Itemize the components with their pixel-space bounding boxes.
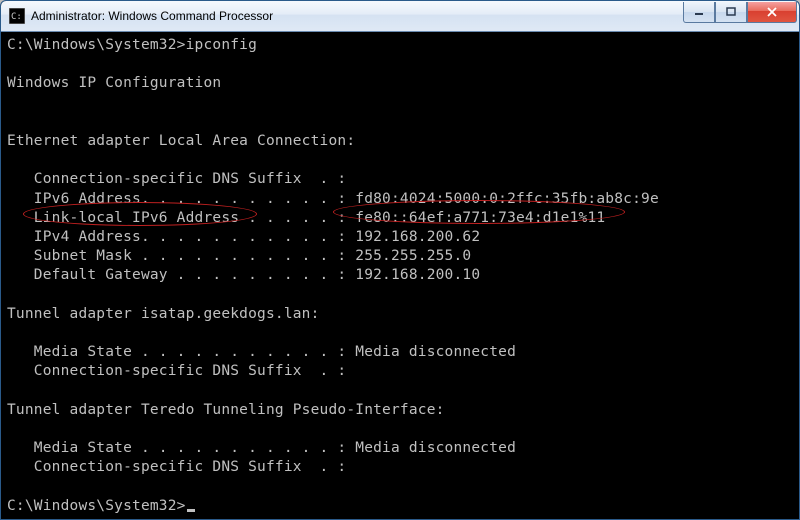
ipconfig-header: Windows IP Configuration [7,75,221,91]
maximize-icon [726,7,736,17]
ipv4-address-line: IPv4 Address. . . . . . . . . . . : 192.… [7,229,480,245]
teredo-adapter-header: Tunnel adapter Teredo Tunneling Pseudo-I… [7,402,445,418]
media-state-line: Media State . . . . . . . . . . . : Medi… [7,440,516,456]
dns-suffix-line: Connection-specific DNS Suffix . : [7,171,346,187]
dns-suffix-line: Connection-specific DNS Suffix . : [7,459,346,475]
window-controls [683,2,797,22]
window-title: Administrator: Windows Command Processor [31,9,683,23]
titlebar[interactable]: C: Administrator: Windows Command Proces… [1,1,799,32]
svg-text:C:: C: [11,12,22,22]
close-button[interactable] [747,2,797,23]
default-gateway-line: Default Gateway . . . . . . . . . : 192.… [7,267,480,283]
minimize-icon [694,7,704,17]
ethernet-adapter-header: Ethernet adapter Local Area Connection: [7,133,355,149]
link-local-ipv6-value: fe80::64ef:a771:73e4:d1e1%11 [355,210,605,226]
prompt-line: C:\Windows\System32>ipconfig [7,37,257,53]
cursor [187,509,195,512]
media-state-line: Media State . . . . . . . . . . . : Medi… [7,344,516,360]
prompt-line: C:\Windows\System32> [7,498,186,514]
isatap-adapter-header: Tunnel adapter isatap.geekdogs.lan: [7,306,320,322]
minimize-button[interactable] [683,2,715,23]
dns-suffix-line: Connection-specific DNS Suffix . : [7,363,346,379]
command-prompt-window: C: Administrator: Windows Command Proces… [0,0,800,520]
terminal-output[interactable]: C:\Windows\System32>ipconfig Windows IP … [1,32,799,520]
subnet-mask-line: Subnet Mask . . . . . . . . . . . : 255.… [7,248,471,264]
cmd-icon: C: [9,8,25,24]
close-icon [766,7,778,17]
ipv6-address-line: IPv6 Address. . . . . . . . . . . : fd80… [7,191,659,207]
link-local-ipv6-label: Link-local IPv6 Address . . . . . : [7,210,355,226]
maximize-button[interactable] [715,2,747,23]
